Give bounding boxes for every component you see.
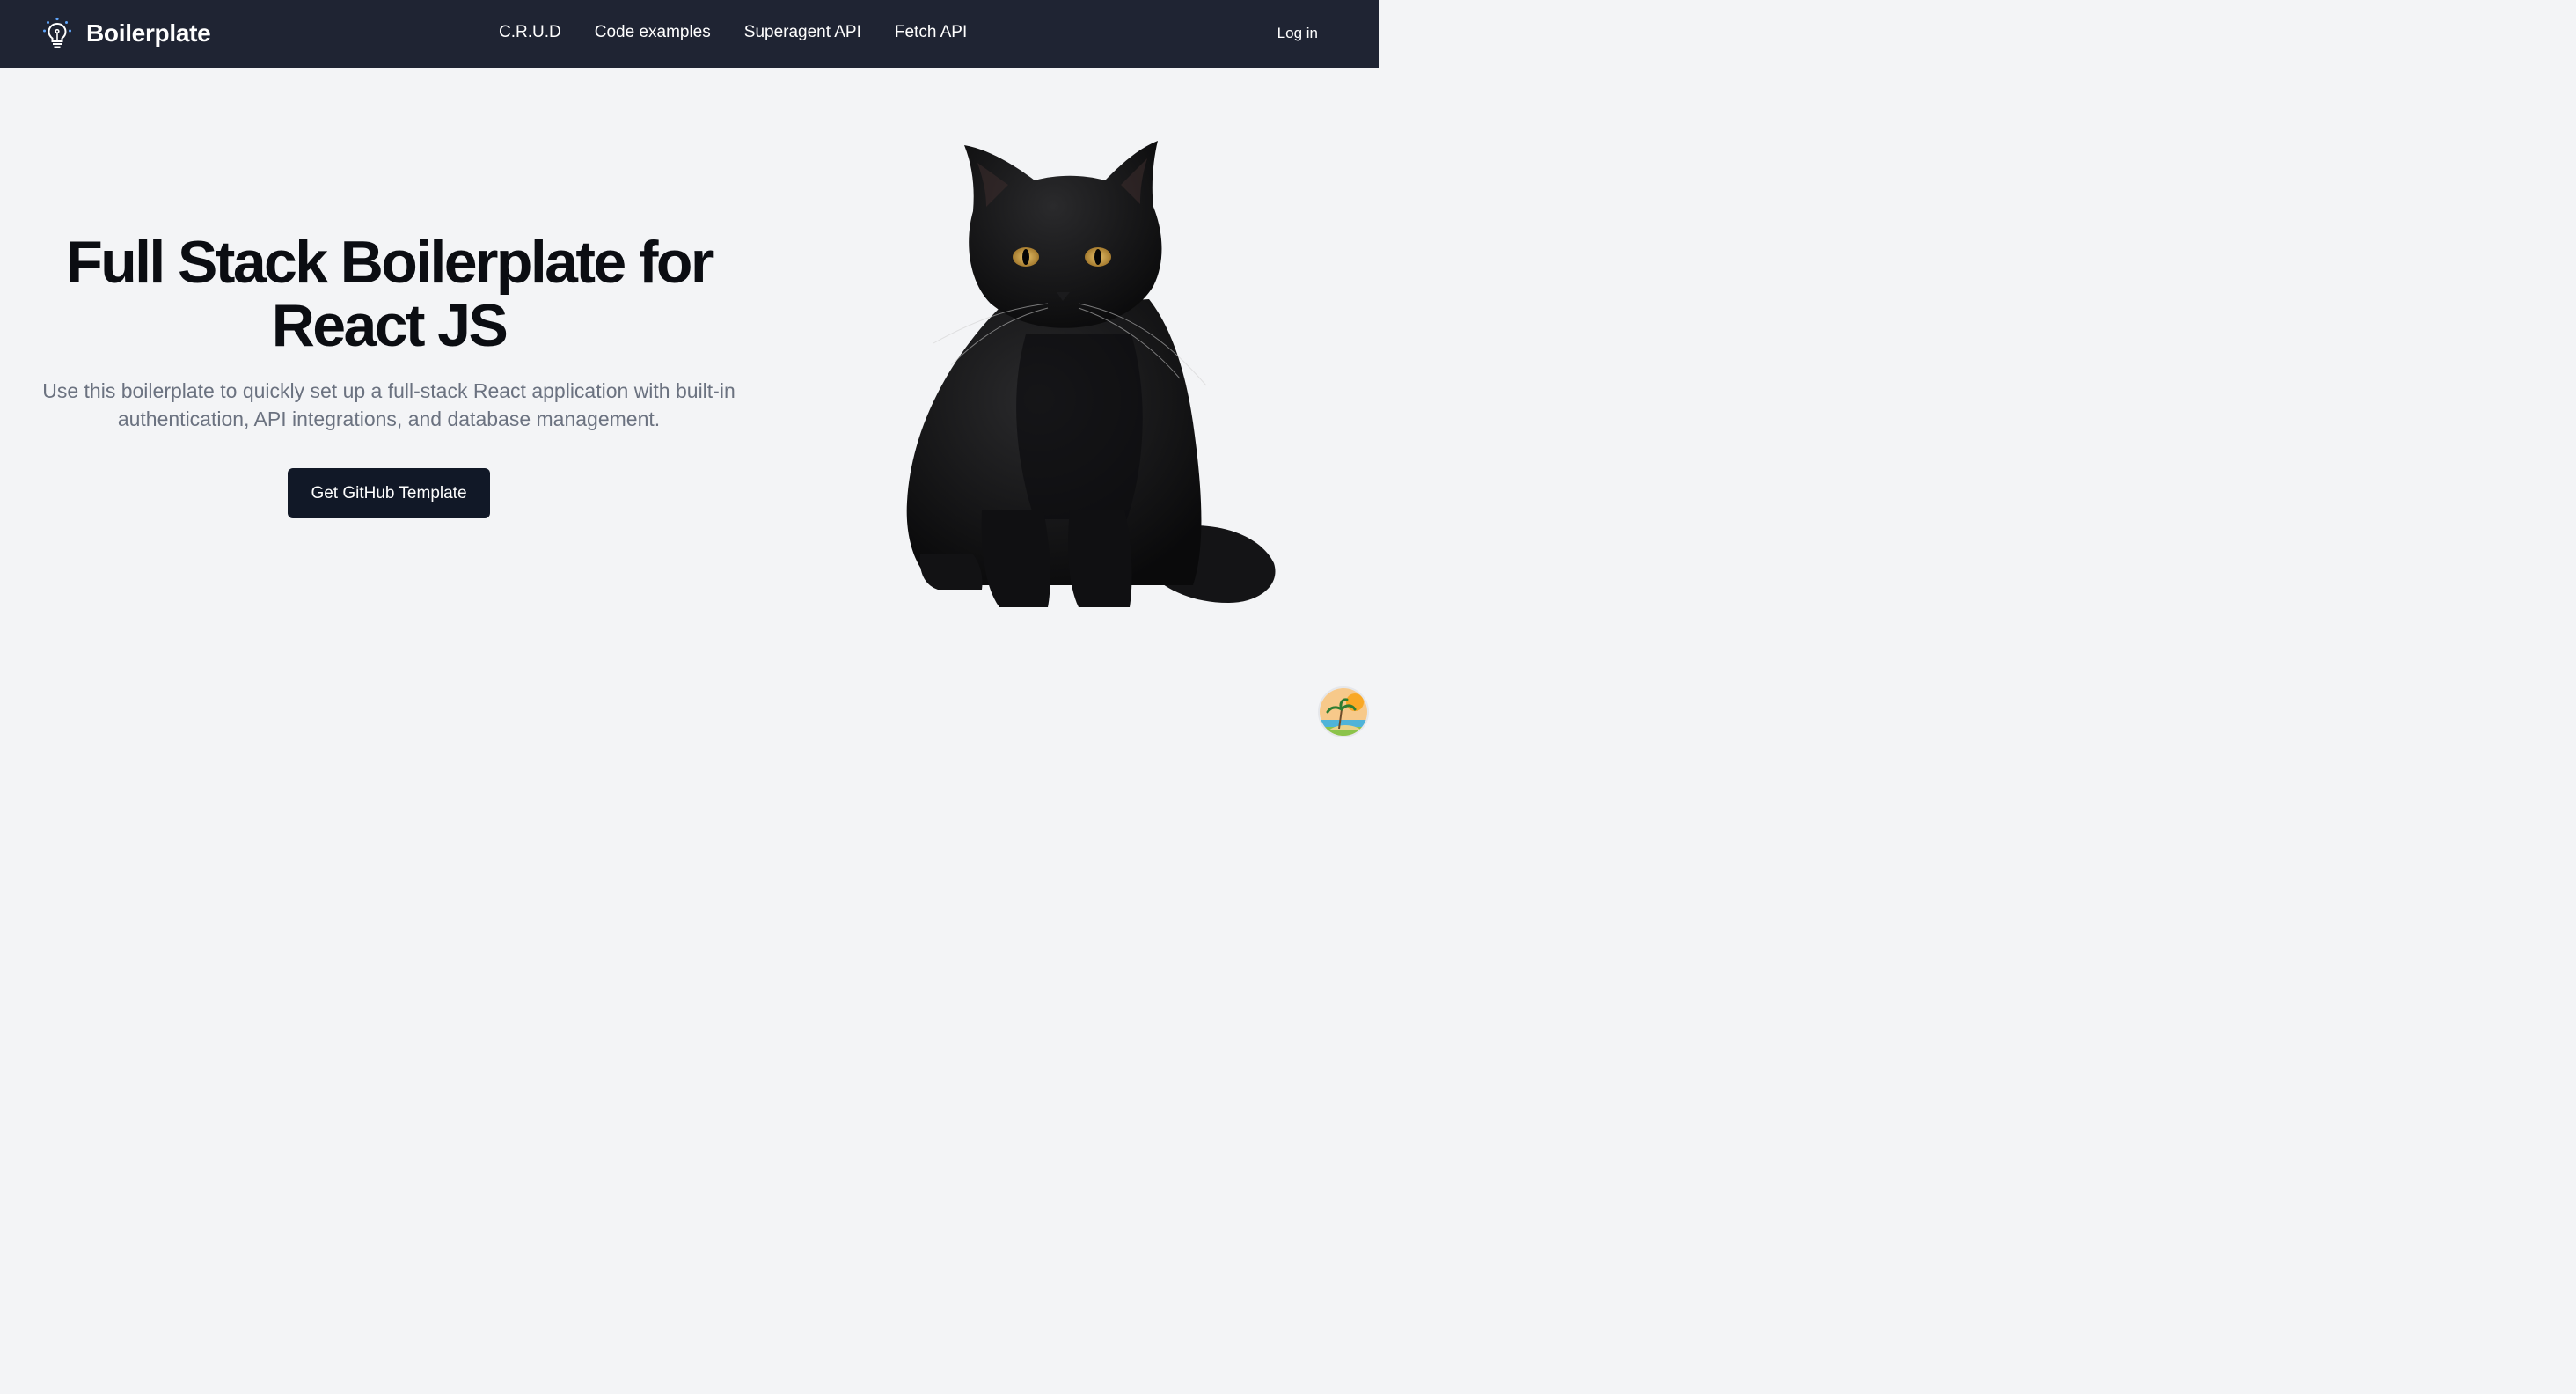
- top-navigation-bar: Boilerplate C.R.U.D Code examples Supera…: [0, 0, 1379, 68]
- hero-content: Full Stack Boilerplate for React JS Use …: [26, 231, 751, 518]
- nav-link-fetch-api[interactable]: Fetch API: [895, 21, 967, 44]
- get-github-template-button[interactable]: Get GitHub Template: [288, 468, 490, 518]
- brand[interactable]: Boilerplate: [42, 17, 211, 50]
- hero-subtitle: Use this boilerplate to quickly set up a…: [42, 379, 735, 430]
- main-nav: C.R.U.D Code examples Superagent API Fet…: [499, 21, 967, 44]
- nav-link-crud[interactable]: C.R.U.D: [499, 21, 561, 44]
- black-cat-image: [906, 141, 1276, 607]
- nav-link-code-examples[interactable]: Code examples: [595, 21, 711, 44]
- lightbulb-icon: [43, 17, 71, 48]
- login-link[interactable]: Log in: [1277, 23, 1318, 44]
- hero-title: Full Stack Boilerplate for React JS: [26, 231, 751, 357]
- hero-title-line-1: Full Stack Boilerplate for: [66, 229, 714, 296]
- brand-name: Boilerplate: [86, 19, 211, 47]
- nav-link-superagent-api[interactable]: Superagent API: [744, 21, 861, 44]
- beach-avatar-icon[interactable]: [1318, 686, 1369, 737]
- beach-avatar-image: [1320, 688, 1367, 736]
- hero-title-line-2: React JS: [271, 292, 509, 359]
